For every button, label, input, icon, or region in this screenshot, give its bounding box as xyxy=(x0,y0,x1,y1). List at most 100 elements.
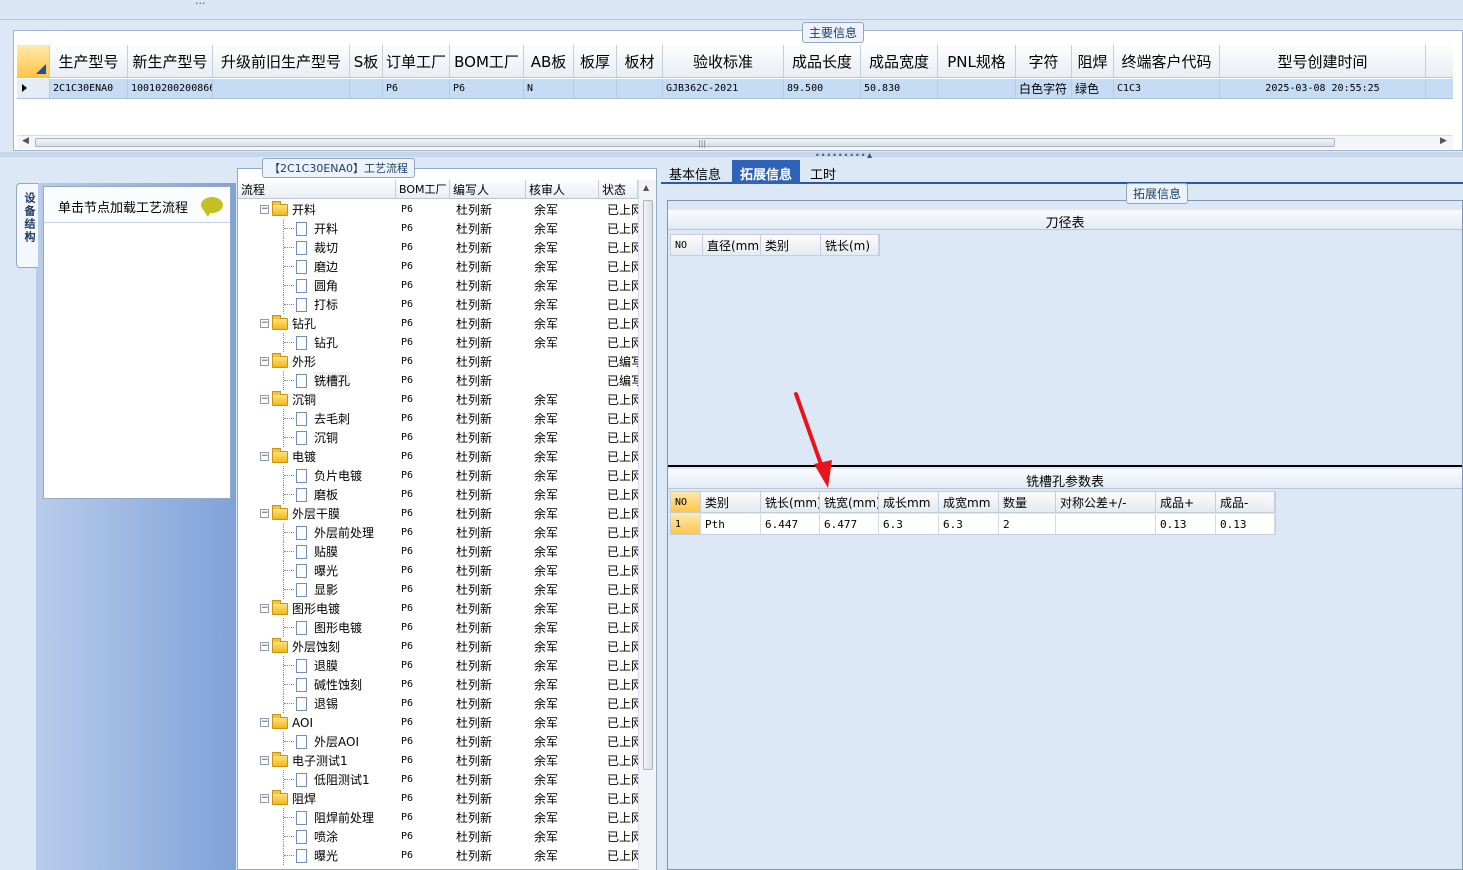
main-col-header[interactable]: 订单工厂 xyxy=(383,45,450,77)
main-cell[interactable]: 2C1C30ENA0 xyxy=(50,79,128,98)
main-col-header[interactable]: 型号创建时间 xyxy=(1220,45,1426,77)
slot-table-row[interactable]: 1 Pth 6.447 6.477 6.3 6.3 2 0.13 0.13 xyxy=(670,514,1276,535)
slot-cell[interactable]: 6.477 xyxy=(820,514,879,534)
tab-extended-info[interactable]: 拓展信息 xyxy=(732,160,801,184)
main-col-header[interactable]: 新生产型号 xyxy=(128,45,213,77)
collapse-icon[interactable]: − xyxy=(260,357,269,366)
flow-tree-step[interactable]: 低阻测试1 P6 杜列新 余军 已上网 xyxy=(238,770,638,789)
flow-tree-group[interactable]: − 外层蚀刻 P6 杜列新 余军 已上网 xyxy=(238,637,638,656)
tab-work-hours[interactable]: 工时 xyxy=(802,160,844,184)
tool-col-header[interactable]: 直径(mm) xyxy=(703,235,761,255)
flow-tree-step[interactable]: 负片电镀 P6 杜列新 余军 已上网 xyxy=(238,466,638,485)
flow-col-header[interactable]: 核审人 xyxy=(526,180,599,198)
scroll-left-icon[interactable]: ◀ xyxy=(22,136,29,146)
slot-cell[interactable]: 6.447 xyxy=(761,514,820,534)
collapse-icon[interactable]: − xyxy=(260,642,269,651)
main-cell[interactable] xyxy=(350,79,383,98)
slot-col-header[interactable]: 成宽mm xyxy=(939,492,999,512)
collapse-icon[interactable]: − xyxy=(260,794,269,803)
main-cell[interactable]: 50.830 xyxy=(861,79,938,98)
tab-basic-info[interactable]: 基本信息 xyxy=(661,160,729,184)
flow-tree-group[interactable]: − AOI P6 杜列新 余军 已上网 xyxy=(238,713,638,732)
main-col-header[interactable]: 成品长度 xyxy=(784,45,861,77)
flow-tree-step[interactable]: 曝光 P6 杜列新 余军 已上网 xyxy=(238,561,638,580)
main-grid-hscrollbar[interactable]: ◀ ||| ▶ xyxy=(17,135,1453,149)
slot-col-header[interactable]: 铣长(mm) xyxy=(761,492,820,512)
main-cell[interactable] xyxy=(213,79,350,98)
tool-col-header[interactable]: NO xyxy=(671,235,703,255)
flow-tree-step[interactable]: 钻孔 P6 杜列新 余军 已上网 xyxy=(238,333,638,352)
flow-tree-step[interactable]: 铣槽孔 P6 杜列新 已编写 xyxy=(238,371,638,390)
main-cell[interactable]: 绿色 xyxy=(1072,79,1114,98)
horizontal-splitter[interactable] xyxy=(0,152,1463,157)
main-col-header[interactable]: 板材 xyxy=(617,45,663,77)
flow-tree-step[interactable]: 外层前处理 P6 杜列新 余军 已上网 xyxy=(238,523,638,542)
flow-tree-step[interactable]: 打标 P6 杜列新 余军 已上网 xyxy=(238,295,638,314)
main-col-header[interactable]: 生产型号 xyxy=(50,45,128,77)
flow-tree-step[interactable]: 开料 P6 杜列新 余军 已上网 xyxy=(238,219,638,238)
scroll-up-icon[interactable]: ▲ xyxy=(643,183,649,192)
flow-tree-step[interactable]: 磨板 P6 杜列新 余军 已上网 xyxy=(238,485,638,504)
main-col-header[interactable]: 阻焊 xyxy=(1072,45,1114,77)
flow-tree-group[interactable]: − 外层干膜 P6 杜列新 余军 已上网 xyxy=(238,504,638,523)
flow-col-header[interactable]: 编写人 xyxy=(450,180,526,198)
slot-cell[interactable]: 6.3 xyxy=(939,514,999,534)
slot-cell[interactable] xyxy=(1056,514,1156,534)
flow-tree-step[interactable]: 曝光 P6 杜列新 余军 已上网 xyxy=(238,846,638,865)
main-cell[interactable]: GJB362C-2021 xyxy=(663,79,784,98)
collapse-icon[interactable]: − xyxy=(260,319,269,328)
flow-tree-vscrollbar[interactable]: ▲ xyxy=(638,180,656,870)
collapse-icon[interactable]: − xyxy=(260,756,269,765)
main-cell[interactable]: C1C3 xyxy=(1114,79,1220,98)
flow-col-header[interactable]: 状态 xyxy=(599,180,638,198)
main-cell[interactable]: P6 xyxy=(383,79,450,98)
collapse-icon[interactable]: − xyxy=(260,718,269,727)
slot-col-header[interactable]: 成品- xyxy=(1216,492,1275,512)
main-col-header[interactable]: AB板 xyxy=(524,45,574,77)
slot-col-header[interactable]: 数量 xyxy=(999,492,1056,512)
grid-corner-cell[interactable] xyxy=(17,45,50,77)
slot-col-header[interactable]: 铣宽(mm) xyxy=(820,492,879,512)
collapse-icon[interactable]: − xyxy=(260,452,269,461)
main-cell[interactable]: 白色字符 xyxy=(1016,79,1072,98)
main-cell[interactable] xyxy=(617,79,663,98)
vscroll-thumb[interactable] xyxy=(643,200,653,770)
main-grid-row[interactable]: 2C1C30ENA0 10010200200866 P6 P6 N GJB362C-202… xyxy=(17,79,1453,99)
main-col-header[interactable]: 字符 xyxy=(1016,45,1072,77)
flow-tree-step[interactable]: 阻焊前处理 P6 杜列新 余军 已上网 xyxy=(238,808,638,827)
flow-tree-step[interactable]: 碱性蚀刻 P6 杜列新 余军 已上网 xyxy=(238,675,638,694)
main-cell[interactable] xyxy=(574,79,617,98)
flow-tree-group[interactable]: − 外形 P6 杜列新 已编写 xyxy=(238,352,638,371)
flow-tree-step[interactable]: 沉铜 P6 杜列新 余军 已上网 xyxy=(238,428,638,447)
main-cell[interactable]: 2025-03-08 20:55:25 xyxy=(1220,79,1426,98)
slot-cell[interactable]: 0.13 xyxy=(1156,514,1216,534)
slot-cell[interactable]: Pth xyxy=(701,514,761,534)
flow-tree-step[interactable]: 图形电镀 P6 杜列新 余军 已上网 xyxy=(238,618,638,637)
tool-col-header[interactable]: 类别 xyxy=(761,235,821,255)
scroll-right-icon[interactable]: ▶ xyxy=(1440,136,1447,146)
flow-tree-step[interactable]: 裁切 P6 杜列新 余军 已上网 xyxy=(238,238,638,257)
collapse-icon[interactable]: − xyxy=(260,205,269,214)
slot-cell[interactable]: 1 xyxy=(671,514,701,534)
flow-tree-step[interactable]: 磨边 P6 杜列新 余军 已上网 xyxy=(238,257,638,276)
main-cell[interactable]: 10010200200866 xyxy=(128,79,213,98)
flow-tree-step[interactable]: 圆角 P6 杜列新 余军 已上网 xyxy=(238,276,638,295)
flow-tree-step[interactable]: 贴膜 P6 杜列新 余军 已上网 xyxy=(238,542,638,561)
slot-cell[interactable]: 0.13 xyxy=(1216,514,1275,534)
flow-tree-group[interactable]: − 电镀 P6 杜列新 余军 已上网 xyxy=(238,447,638,466)
collapse-icon[interactable]: − xyxy=(260,395,269,404)
main-col-header[interactable]: 验收标准 xyxy=(663,45,784,77)
flow-tree-group[interactable]: − 电子测试1 P6 杜列新 余军 已上网 xyxy=(238,751,638,770)
flow-tree-step[interactable]: 显影 P6 杜列新 余军 已上网 xyxy=(238,580,638,599)
collapse-icon[interactable]: − xyxy=(260,509,269,518)
flow-tree-step[interactable]: 退锡 P6 杜列新 余军 已上网 xyxy=(238,694,638,713)
flow-tree-step[interactable]: 喷涂 P6 杜列新 余军 已上网 xyxy=(238,827,638,846)
main-cell[interactable]: N xyxy=(524,79,574,98)
flow-tree-group[interactable]: − 开料 P6 杜列新 余军 已上网 xyxy=(238,200,638,219)
flow-tree-group[interactable]: − 沉铜 P6 杜列新 余军 已上网 xyxy=(238,390,638,409)
main-col-header[interactable]: 成品宽度 xyxy=(861,45,938,77)
hscroll-thumb[interactable]: ||| xyxy=(35,138,1335,148)
main-cell[interactable] xyxy=(938,79,1016,98)
collapse-icon[interactable]: − xyxy=(260,604,269,613)
flow-tree-group[interactable]: − 阻焊 P6 杜列新 余军 已上网 xyxy=(238,789,638,808)
